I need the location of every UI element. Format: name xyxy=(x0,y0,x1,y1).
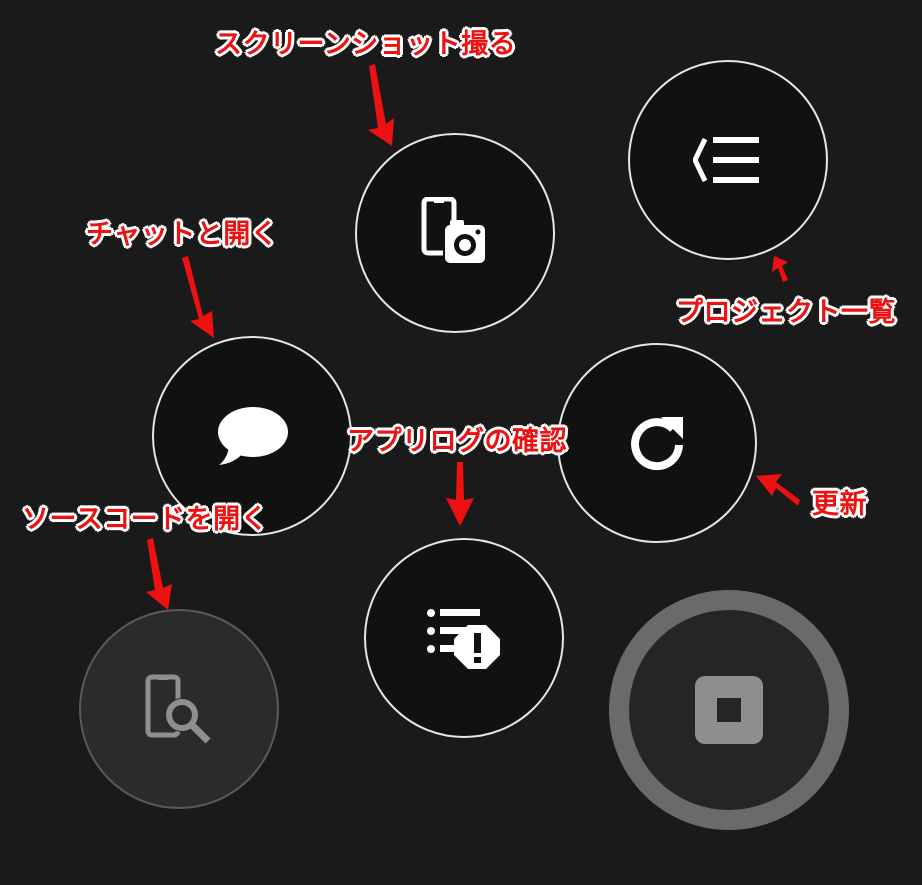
source-code-annotation: ソースコードを開く xyxy=(22,504,269,535)
project-list-annotation: プロジェクト一覧 xyxy=(676,297,896,328)
chat-annotation: チャットと開く xyxy=(86,219,279,250)
arrow-source-code xyxy=(146,538,172,610)
arrow-screenshot xyxy=(368,64,394,146)
screenshot-annotation: スクリーンショット撮る xyxy=(215,29,517,60)
arrow-refresh xyxy=(756,474,800,506)
app-log-annotation: アプリログの確認 xyxy=(347,426,567,457)
arrow-app-log xyxy=(446,462,474,526)
arrow-project-list xyxy=(772,256,788,282)
refresh-annotation: 更新 xyxy=(812,489,867,520)
arrow-chat xyxy=(182,256,214,338)
